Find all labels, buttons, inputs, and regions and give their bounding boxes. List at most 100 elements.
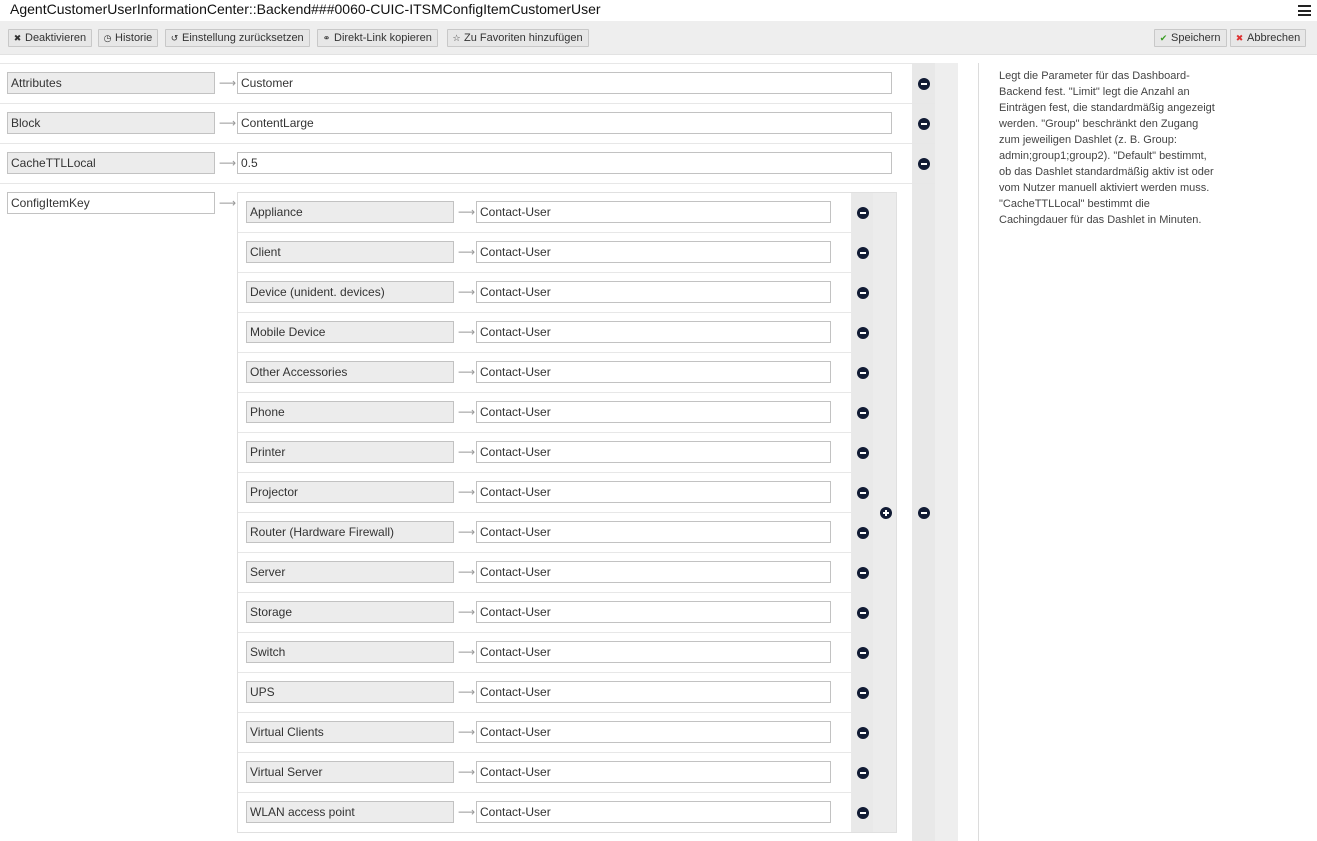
nested-value-field[interactable]: Contact-User (476, 561, 831, 583)
nested-value-field[interactable]: Contact-User (476, 481, 831, 503)
arrow-right-icon: ⟶ (219, 156, 237, 170)
arrow-right-icon: ⟶ (219, 116, 237, 130)
hash-value-field[interactable]: Customer (237, 72, 892, 94)
hash-key-field[interactable]: Block (7, 112, 215, 134)
row-divider (0, 63, 935, 64)
config-item-key-field[interactable]: ConfigItemKey (7, 192, 215, 214)
nested-key-field[interactable]: Printer (246, 441, 454, 463)
hash-value-field[interactable]: 0.5 (237, 152, 892, 174)
row-divider (238, 432, 851, 433)
nested-value-field[interactable]: Contact-User (476, 441, 831, 463)
remove-entry-icon[interactable] (857, 607, 869, 619)
nested-value-field[interactable]: Contact-User (476, 721, 831, 743)
remove-entry-icon[interactable] (857, 367, 869, 379)
remove-entry-icon[interactable] (857, 687, 869, 699)
row-divider (238, 352, 851, 353)
nested-key-field[interactable]: Server (246, 561, 454, 583)
nested-value-field[interactable]: Contact-User (476, 681, 831, 703)
remove-entry-icon[interactable] (857, 767, 869, 779)
nested-key-field[interactable]: Client (246, 241, 454, 263)
side-column (935, 63, 958, 841)
remove-entry-icon[interactable] (918, 78, 930, 90)
nested-key-field[interactable]: WLAN access point (246, 801, 454, 823)
remove-entry-icon[interactable] (857, 327, 869, 339)
setting-description: Legt die Parameter für das Dashboard- Ba… (999, 68, 1224, 228)
hamburger-menu-icon[interactable] (1298, 5, 1311, 16)
setting-toolbar: ✖ Deaktivieren ◷ Historie ↺ Einstellung zur… (0, 21, 1317, 55)
remove-entry-icon[interactable] (857, 407, 869, 419)
nested-value-field[interactable]: Contact-User (476, 401, 831, 423)
nested-key-field[interactable]: Projector (246, 481, 454, 503)
save-button[interactable]: ✔ Speichern (1154, 29, 1227, 47)
arrow-right-icon: ⟶ (458, 205, 476, 219)
nested-value-field[interactable]: Contact-User (476, 521, 831, 543)
row-divider (238, 272, 851, 273)
nested-value-field[interactable]: Contact-User (476, 281, 831, 303)
nested-value-field[interactable]: Contact-User (476, 641, 831, 663)
nested-key-field[interactable]: Virtual Clients (246, 721, 454, 743)
row-divider (238, 712, 851, 713)
remove-entry-icon[interactable] (857, 647, 869, 659)
cancel-button[interactable]: ✖ Abbrechen (1230, 29, 1307, 47)
remove-entry-icon[interactable] (918, 507, 930, 519)
nested-value-field[interactable]: Contact-User (476, 321, 831, 343)
arrow-right-icon: ⟶ (458, 685, 476, 699)
history-button[interactable]: ◷ Historie (98, 29, 159, 47)
hash-key-field[interactable]: CacheTTLLocal (7, 152, 215, 174)
arrow-right-icon: ⟶ (458, 805, 476, 819)
remove-entry-icon[interactable] (857, 727, 869, 739)
arrow-right-icon: ⟶ (219, 76, 237, 90)
deactivate-button[interactable]: ✖ Deaktivieren (8, 29, 93, 47)
arrow-right-icon: ⟶ (458, 525, 476, 539)
remove-entry-icon[interactable] (918, 158, 930, 170)
nested-key-field[interactable]: Phone (246, 401, 454, 423)
row-divider (238, 592, 851, 593)
remove-entry-icon[interactable] (857, 287, 869, 299)
nested-key-field[interactable]: Other Accessories (246, 361, 454, 383)
arrow-right-icon: ⟶ (458, 645, 476, 659)
remove-entry-icon[interactable] (857, 487, 869, 499)
nested-key-field[interactable]: Router (Hardware Firewall) (246, 521, 454, 543)
remove-column (912, 63, 935, 841)
nested-value-field[interactable]: Contact-User (476, 601, 831, 623)
reset-label: Einstellung zurücksetzen (182, 32, 304, 44)
checkmark-icon: ✔ (1159, 33, 1168, 43)
nested-value-field[interactable]: Contact-User (476, 361, 831, 383)
title-bar: AgentCustomerUserInformationCenter::Back… (0, 0, 1317, 21)
add-entry-icon[interactable] (880, 507, 892, 519)
nested-key-field[interactable]: Appliance (246, 201, 454, 223)
nested-key-field[interactable]: Virtual Server (246, 761, 454, 783)
arrow-right-icon: ⟶ (458, 765, 476, 779)
row-divider (238, 752, 851, 753)
nested-key-field[interactable]: UPS (246, 681, 454, 703)
remove-entry-icon[interactable] (918, 118, 930, 130)
nested-key-field[interactable]: Switch (246, 641, 454, 663)
copy-direct-link-button[interactable]: ⚭ Direkt-Link kopieren (317, 29, 438, 47)
hash-key-field[interactable]: Attributes (7, 72, 215, 94)
remove-entry-icon[interactable] (857, 447, 869, 459)
remove-entry-icon[interactable] (857, 527, 869, 539)
save-label: Speichern (1171, 32, 1221, 44)
clock-icon: ◷ (103, 33, 112, 43)
row-divider (0, 183, 935, 184)
description-line: admin;group1;group2). "Default" bestimmt… (999, 150, 1207, 162)
reset-setting-button[interactable]: ↺ Einstellung zurücksetzen (165, 29, 310, 47)
remove-entry-icon[interactable] (857, 247, 869, 259)
nested-value-field[interactable]: Contact-User (476, 761, 831, 783)
hash-value-field[interactable]: ContentLarge (237, 112, 892, 134)
row-divider (0, 143, 935, 144)
undo-icon: ↺ (170, 33, 179, 43)
nested-value-field[interactable]: Contact-User (476, 801, 831, 823)
remove-entry-icon[interactable] (857, 207, 869, 219)
remove-entry-icon[interactable] (857, 567, 869, 579)
row-divider (0, 103, 935, 104)
nested-key-field[interactable]: Mobile Device (246, 321, 454, 343)
description-line: zum jeweiligen Dashlet (z. B. Group: (999, 134, 1177, 146)
nested-value-field[interactable]: Contact-User (476, 201, 831, 223)
add-to-favorites-button[interactable]: ☆ Zu Favoriten hinzufügen (447, 29, 589, 47)
nested-value-field[interactable]: Contact-User (476, 241, 831, 263)
remove-entry-icon[interactable] (857, 807, 869, 819)
nested-key-field[interactable]: Storage (246, 601, 454, 623)
deactivate-label: Deaktivieren (25, 32, 87, 44)
nested-key-field[interactable]: Device (unident. devices) (246, 281, 454, 303)
